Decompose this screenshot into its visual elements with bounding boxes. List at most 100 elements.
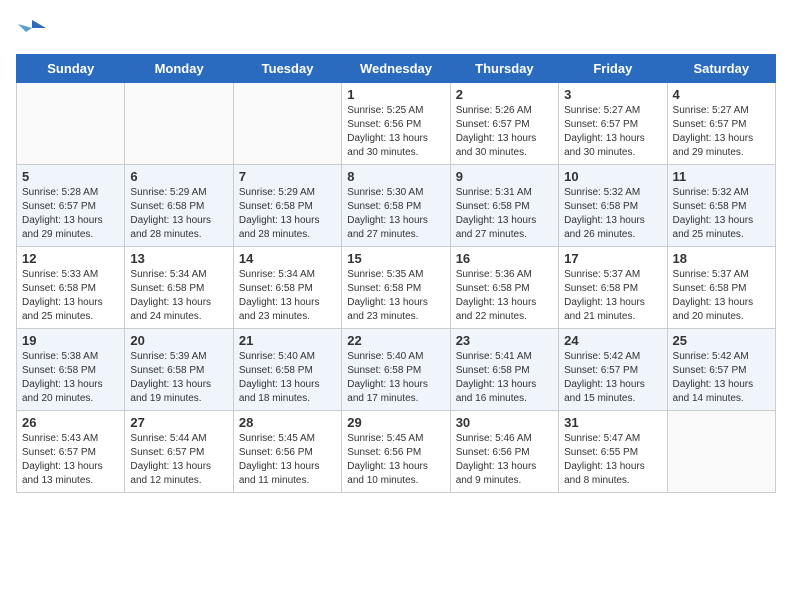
day-info: Sunrise: 5:45 AM Sunset: 6:56 PM Dayligh… <box>239 432 336 488</box>
calendar-cell: 11Sunrise: 5:32 AM Sunset: 6:58 PM Dayli… <box>667 165 775 247</box>
day-info: Sunrise: 5:32 AM Sunset: 6:58 PM Dayligh… <box>673 186 770 242</box>
week-row-3: 12 Sunrise: 5:33 AM Sunset: 6:58 PM Dayli… <box>17 247 776 329</box>
day-header-friday: Friday <box>559 55 667 83</box>
day-number: 30 <box>456 415 553 430</box>
day-number: 14 <box>239 251 336 266</box>
day-header-saturday: Saturday <box>667 55 775 83</box>
day-info: Sunrise: 5:27 AM Sunset: 6:57 PM Dayligh… <box>564 104 661 160</box>
day-number: 26 <box>22 415 119 430</box>
calendar-cell <box>233 83 341 165</box>
calendar-cell: 18Sunrise: 5:37 AM Sunset: 6:58 PM Dayli… <box>667 247 775 329</box>
day-number: 19 <box>22 333 119 348</box>
day-info: Sunrise: 5:39 AM Sunset: 6:58 PM Dayligh… <box>130 350 227 406</box>
calendar-cell: 6Sunrise: 5:29 AM Sunset: 6:58 PM Daylig… <box>125 165 233 247</box>
day-info: Sunrise: 5:34 AM Sunset: 6:58 PM Dayligh… <box>239 268 336 324</box>
day-info: Sunrise: 5:29 AM Sunset: 6:58 PM Dayligh… <box>130 186 227 242</box>
day-header-monday: Monday <box>125 55 233 83</box>
calendar-cell: 17 Sunrise: 5:37 AM Sunset: 6:58 PM Dayli… <box>559 247 667 329</box>
day-info: Sunrise: 5:40 AM Sunset: 6:58 PM Dayligh… <box>347 350 444 406</box>
day-info: Sunrise: 5:43 AM Sunset: 6:57 PM Dayligh… <box>22 432 119 488</box>
calendar-cell: 21Sunrise: 5:40 AM Sunset: 6:58 PM Dayli… <box>233 329 341 411</box>
day-info: Sunrise: 5:37 AM Sunset: 6:58 PM Dayligh… <box>564 268 661 324</box>
day-info: Sunrise: 5:31 AM Sunset: 6:58 PM Dayligh… <box>456 186 553 242</box>
calendar-cell: 22 Sunrise: 5:40 AM Sunset: 6:58 PM Dayli… <box>342 329 450 411</box>
day-info: Sunrise: 5:30 AM Sunset: 6:58 PM Dayligh… <box>347 186 444 242</box>
day-info: Sunrise: 5:42 AM Sunset: 6:57 PM Dayligh… <box>564 350 661 406</box>
day-info: Sunrise: 5:35 AM Sunset: 6:58 PM Dayligh… <box>347 268 444 324</box>
calendar-cell: 26 Sunrise: 5:43 AM Sunset: 6:57 PM Dayli… <box>17 411 125 493</box>
day-number: 2 <box>456 87 553 102</box>
day-number: 10 <box>564 169 661 184</box>
calendar-cell: 10 Sunrise: 5:32 AM Sunset: 6:58 PM Dayli… <box>559 165 667 247</box>
page-header <box>16 16 776 42</box>
day-header-thursday: Thursday <box>450 55 558 83</box>
calendar-cell <box>125 83 233 165</box>
day-number: 17 <box>564 251 661 266</box>
day-number: 1 <box>347 87 444 102</box>
week-row-1: 1 Sunrise: 5:25 AM Sunset: 6:56 PM Daylig… <box>17 83 776 165</box>
calendar-cell: 30 Sunrise: 5:46 AM Sunset: 6:56 PM Dayli… <box>450 411 558 493</box>
calendar-cell: 15 Sunrise: 5:35 AM Sunset: 6:58 PM Dayli… <box>342 247 450 329</box>
day-info: Sunrise: 5:33 AM Sunset: 6:58 PM Dayligh… <box>22 268 119 324</box>
logo-bird-icon <box>18 23 46 40</box>
day-number: 4 <box>673 87 770 102</box>
day-number: 31 <box>564 415 661 430</box>
day-info: Sunrise: 5:45 AM Sunset: 6:56 PM Dayligh… <box>347 432 444 488</box>
calendar-cell: 8 Sunrise: 5:30 AM Sunset: 6:58 PM Daylig… <box>342 165 450 247</box>
calendar-cell: 16Sunrise: 5:36 AM Sunset: 6:58 PM Dayli… <box>450 247 558 329</box>
week-row-5: 26 Sunrise: 5:43 AM Sunset: 6:57 PM Dayli… <box>17 411 776 493</box>
day-number: 15 <box>347 251 444 266</box>
day-number: 5 <box>22 169 119 184</box>
day-info: Sunrise: 5:32 AM Sunset: 6:58 PM Dayligh… <box>564 186 661 242</box>
day-info: Sunrise: 5:46 AM Sunset: 6:56 PM Dayligh… <box>456 432 553 488</box>
day-info: Sunrise: 5:28 AM Sunset: 6:57 PM Dayligh… <box>22 186 119 242</box>
logo <box>16 16 46 42</box>
day-number: 3 <box>564 87 661 102</box>
day-info: Sunrise: 5:27 AM Sunset: 6:57 PM Dayligh… <box>673 104 770 160</box>
calendar-table: SundayMondayTuesdayWednesdayThursdayFrid… <box>16 54 776 493</box>
week-row-2: 5 Sunrise: 5:28 AM Sunset: 6:57 PM Daylig… <box>17 165 776 247</box>
day-info: Sunrise: 5:42 AM Sunset: 6:57 PM Dayligh… <box>673 350 770 406</box>
week-row-4: 19 Sunrise: 5:38 AM Sunset: 6:58 PM Dayli… <box>17 329 776 411</box>
day-number: 18 <box>673 251 770 266</box>
day-number: 16 <box>456 251 553 266</box>
calendar-cell: 13 Sunrise: 5:34 AM Sunset: 6:58 PM Dayli… <box>125 247 233 329</box>
day-number: 7 <box>239 169 336 184</box>
calendar-cell: 19 Sunrise: 5:38 AM Sunset: 6:58 PM Dayli… <box>17 329 125 411</box>
day-number: 12 <box>22 251 119 266</box>
day-info: Sunrise: 5:26 AM Sunset: 6:57 PM Dayligh… <box>456 104 553 160</box>
calendar-cell: 28 Sunrise: 5:45 AM Sunset: 6:56 PM Dayli… <box>233 411 341 493</box>
calendar-cell: 12 Sunrise: 5:33 AM Sunset: 6:58 PM Dayli… <box>17 247 125 329</box>
day-number: 20 <box>130 333 227 348</box>
calendar-cell: 24Sunrise: 5:42 AM Sunset: 6:57 PM Dayli… <box>559 329 667 411</box>
day-number: 29 <box>347 415 444 430</box>
day-number: 9 <box>456 169 553 184</box>
calendar-cell: 23Sunrise: 5:41 AM Sunset: 6:58 PM Dayli… <box>450 329 558 411</box>
day-number: 23 <box>456 333 553 348</box>
calendar-cell: 7Sunrise: 5:29 AM Sunset: 6:58 PM Daylig… <box>233 165 341 247</box>
calendar-cell: 1 Sunrise: 5:25 AM Sunset: 6:56 PM Daylig… <box>342 83 450 165</box>
calendar-cell: 25 Sunrise: 5:42 AM Sunset: 6:57 PM Dayli… <box>667 329 775 411</box>
calendar-cell <box>17 83 125 165</box>
calendar-cell: 9 Sunrise: 5:31 AM Sunset: 6:58 PM Daylig… <box>450 165 558 247</box>
day-info: Sunrise: 5:44 AM Sunset: 6:57 PM Dayligh… <box>130 432 227 488</box>
day-number: 25 <box>673 333 770 348</box>
calendar-cell: 14 Sunrise: 5:34 AM Sunset: 6:58 PM Dayli… <box>233 247 341 329</box>
day-info: Sunrise: 5:40 AM Sunset: 6:58 PM Dayligh… <box>239 350 336 406</box>
calendar-cell: 31Sunrise: 5:47 AM Sunset: 6:55 PM Dayli… <box>559 411 667 493</box>
calendar-cell <box>667 411 775 493</box>
day-number: 28 <box>239 415 336 430</box>
calendar-cell: 29 Sunrise: 5:45 AM Sunset: 6:56 PM Dayli… <box>342 411 450 493</box>
day-number: 8 <box>347 169 444 184</box>
calendar-cell: 4 Sunrise: 5:27 AM Sunset: 6:57 PM Daylig… <box>667 83 775 165</box>
day-number: 22 <box>347 333 444 348</box>
day-header-sunday: Sunday <box>17 55 125 83</box>
calendar-cell: 20 Sunrise: 5:39 AM Sunset: 6:58 PM Dayli… <box>125 329 233 411</box>
day-info: Sunrise: 5:25 AM Sunset: 6:56 PM Dayligh… <box>347 104 444 160</box>
day-number: 27 <box>130 415 227 430</box>
calendar-cell: 3 Sunrise: 5:27 AM Sunset: 6:57 PM Daylig… <box>559 83 667 165</box>
day-info: Sunrise: 5:34 AM Sunset: 6:58 PM Dayligh… <box>130 268 227 324</box>
calendar-cell: 2 Sunrise: 5:26 AM Sunset: 6:57 PM Daylig… <box>450 83 558 165</box>
day-number: 13 <box>130 251 227 266</box>
day-info: Sunrise: 5:38 AM Sunset: 6:58 PM Dayligh… <box>22 350 119 406</box>
